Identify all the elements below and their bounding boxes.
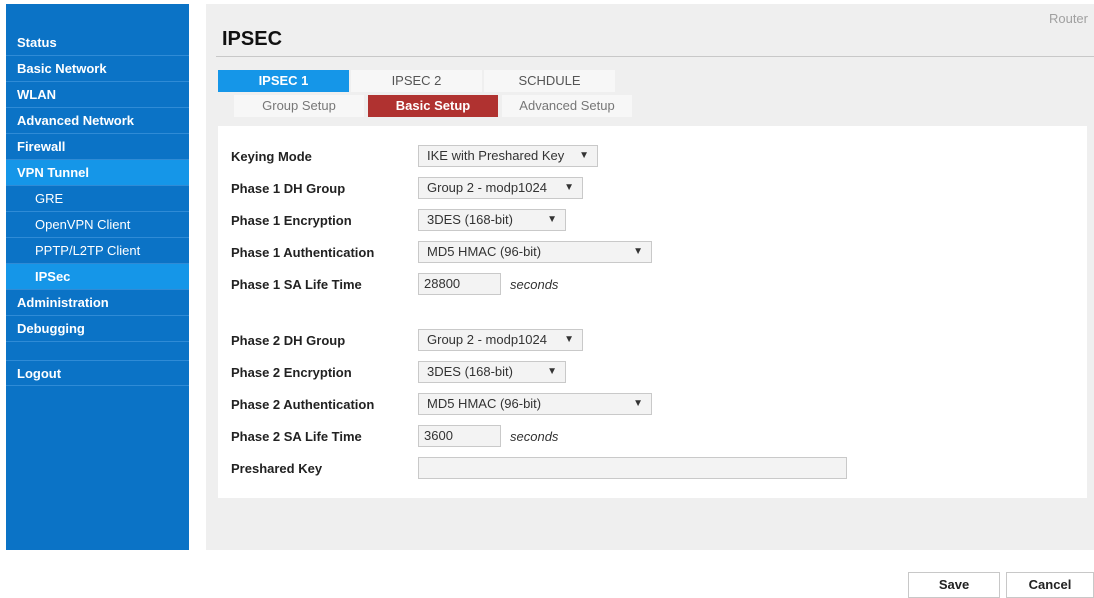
p1-dh-group-label: Phase 1 DH Group [231,180,346,196]
p2-dh-group-select[interactable]: Group 2 - modp1024 ▼ [418,329,583,351]
sidebar-item-wlan[interactable]: WLAN [6,82,189,108]
form-row-p2-life: Phase 2 SA Life Time 3600 seconds [231,424,558,448]
form-row-p2-auth: Phase 2 Authentication MD5 HMAC (96-bit)… [231,392,652,416]
sidebar-item-ipsec[interactable]: IPSec [6,264,189,290]
tab-advanced-setup[interactable]: Advanced Setup [502,95,632,117]
p2-authentication-label: Phase 2 Authentication [231,396,375,412]
main-panel: Router IPSEC IPSEC 1 IPSEC 2 SCHDULE Gro… [206,4,1094,550]
p1-encryption-value: 3DES (168-bit) [427,212,513,227]
chevron-down-icon: ▼ [547,366,557,377]
chevron-down-icon: ▼ [564,334,574,345]
p2-encryption-select[interactable]: 3DES (168-bit) ▼ [418,361,566,383]
p2-authentication-value: MD5 HMAC (96-bit) [427,396,542,411]
p1-dh-group-value: Group 2 - modp1024 [427,180,547,195]
chevron-down-icon: ▼ [633,398,643,409]
tab-schdule[interactable]: SCHDULE [484,70,615,92]
cancel-button[interactable]: Cancel [1006,572,1094,598]
p2-encryption-value: 3DES (168-bit) [427,364,513,379]
sidebar-item-vpn-tunnel[interactable]: VPN Tunnel [6,160,189,186]
ipsec-form: Keying Mode IKE with Preshared Key ▼ Pha… [218,126,1087,498]
p1-authentication-value: MD5 HMAC (96-bit) [427,244,542,259]
p2-encryption-label: Phase 2 Encryption [231,364,352,380]
p2-authentication-select[interactable]: MD5 HMAC (96-bit) ▼ [418,393,652,415]
p2-sa-life-units: seconds [510,428,559,444]
tab-ipsec-2[interactable]: IPSEC 2 [351,70,482,92]
sidebar: Status Basic Network WLAN Advanced Netwo… [6,4,189,550]
p1-sa-life-input[interactable]: 28800 [418,273,501,295]
sidebar-item-basic-network[interactable]: Basic Network [6,56,189,82]
p2-sa-life-input[interactable]: 3600 [418,425,501,447]
p1-authentication-label: Phase 1 Authentication [231,244,375,260]
chevron-down-icon: ▼ [564,182,574,193]
chevron-down-icon: ▼ [633,246,643,257]
form-row-keying-mode: Keying Mode IKE with Preshared Key ▼ [231,144,598,168]
form-row-p2-enc: Phase 2 Encryption 3DES (168-bit) ▼ [231,360,566,384]
chevron-down-icon: ▼ [547,214,557,225]
p2-dh-group-label: Phase 2 DH Group [231,332,346,348]
form-row-p1-enc: Phase 1 Encryption 3DES (168-bit) ▼ [231,208,566,232]
sidebar-item-firewall[interactable]: Firewall [6,134,189,160]
preshared-key-label: Preshared Key [231,460,323,476]
sidebar-item-openvpn-client[interactable]: OpenVPN Client [6,212,189,238]
sidebar-item-status[interactable]: Status [6,30,189,56]
p2-dh-group-value: Group 2 - modp1024 [427,332,547,347]
page-title: IPSEC [222,28,283,50]
sidebar-item-logout[interactable]: Logout [6,360,189,386]
form-row-psk: Preshared Key [231,456,847,480]
title-divider [216,56,1094,57]
form-row-p1-life: Phase 1 SA Life Time 28800 seconds [231,272,558,296]
sidebar-item-advanced-network[interactable]: Advanced Network [6,108,189,134]
p1-sa-life-units: seconds [510,276,559,292]
tab-group-setup[interactable]: Group Setup [234,95,364,117]
p1-sa-life-label: Phase 1 SA Life Time [231,276,362,292]
tab-ipsec-1[interactable]: IPSEC 1 [218,70,349,92]
sidebar-item-administration[interactable]: Administration [6,290,189,316]
keying-mode-value: IKE with Preshared Key [427,148,565,163]
p1-authentication-select[interactable]: MD5 HMAC (96-bit) ▼ [418,241,652,263]
router-label: Router [1048,11,1088,26]
preshared-key-input[interactable] [418,457,847,479]
sidebar-item-pptp-l2tp-client[interactable]: PPTP/L2TP Client [6,238,189,264]
sidebar-nav: Status Basic Network WLAN Advanced Netwo… [6,30,189,386]
p1-encryption-select[interactable]: 3DES (168-bit) ▼ [418,209,566,231]
sidebar-item-gre[interactable]: GRE [6,186,189,212]
p2-sa-life-label: Phase 2 SA Life Time [231,428,362,444]
secondary-tabs: Group Setup Basic Setup Advanced Setup [234,95,636,117]
form-row-p1-auth: Phase 1 Authentication MD5 HMAC (96-bit)… [231,240,652,264]
p1-encryption-label: Phase 1 Encryption [231,212,352,228]
form-row-p1-dh: Phase 1 DH Group Group 2 - modp1024 ▼ [231,176,583,200]
keying-mode-label: Keying Mode [231,148,312,164]
primary-tabs: IPSEC 1 IPSEC 2 SCHDULE [218,70,617,92]
tab-basic-setup[interactable]: Basic Setup [368,95,498,117]
chevron-down-icon: ▼ [579,150,589,161]
sidebar-item-debugging[interactable]: Debugging [6,316,189,342]
form-row-p2-dh: Phase 2 DH Group Group 2 - modp1024 ▼ [231,328,583,352]
p1-dh-group-select[interactable]: Group 2 - modp1024 ▼ [418,177,583,199]
keying-mode-select[interactable]: IKE with Preshared Key ▼ [418,145,598,167]
save-button[interactable]: Save [908,572,1000,598]
